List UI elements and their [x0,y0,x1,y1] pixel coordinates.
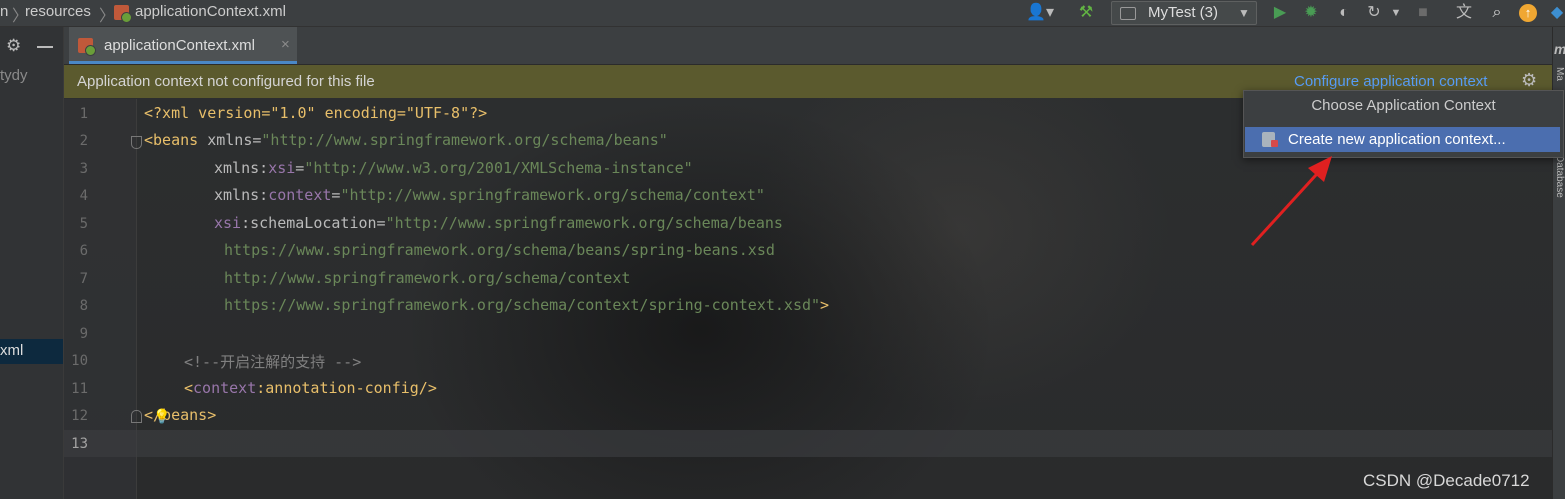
line-number: 5 [79,216,88,232]
minimize-icon[interactable] [37,46,53,48]
close-icon[interactable]: × [281,36,290,53]
create-context-label: Create new application context... [1288,131,1506,148]
more-run-options-icon[interactable]: ▼ [1389,2,1403,24]
build-hammer-icon[interactable]: ⚒ [1074,2,1098,24]
xml-tag: :annotation-config/> [256,379,437,397]
project-tree-item[interactable]: tydy [0,67,28,84]
user-icon[interactable]: 👤▾ [1023,2,1057,24]
update-icon[interactable]: ↑ [1519,4,1537,22]
code-line-3: xmlns:xsi="http://www.w3.org/2001/XMLSch… [214,159,693,177]
translate-icon[interactable]: 文 [1452,2,1476,24]
maven-tool-tab[interactable]: Ma [1554,67,1565,81]
line-number: 7 [79,271,88,287]
xml-attr: :schemaLocation= [241,214,386,232]
context-badge-icon [1271,140,1278,147]
fold-marker-icon[interactable] [131,410,142,423]
line-number: 11 [71,381,88,397]
breadcrumb-partial[interactable]: n [0,3,8,20]
xml-namespace: xsi [268,159,296,177]
xml-namespace: context [268,186,332,204]
fold-marker-icon[interactable] [131,136,142,149]
profile-icon[interactable]: ↻ [1362,2,1386,24]
popup-title: Choose Application Context [1311,97,1496,114]
navigation-bar: n 〉 resources 〉 applicationContext.xml 👤… [0,0,1565,27]
window-icon [1120,7,1136,20]
xml-file-icon [78,38,96,56]
tab-application-context[interactable]: applicationContext.xml × [69,27,297,64]
breadcrumb-separator: 〉 [99,8,116,25]
breadcrumb-file[interactable]: applicationContext.xml [135,3,286,20]
line-number: 1 [79,106,88,122]
gear-icon[interactable]: ⚙ [1521,70,1537,91]
xml-value: "http://www.w3.org/2001/XMLSchema-instan… [304,159,693,177]
xml-namespace: context [193,379,257,397]
annotation-arrow [1250,156,1332,247]
code-line-5: xsi:schemaLocation="http://www.springfra… [214,214,783,232]
chevron-down-icon: ▼ [1238,6,1250,20]
xml-value: "http://www.springframework.org/schema/b… [261,131,668,149]
line-number: 4 [79,188,88,204]
code-line-7: http://www.springframework.org/schema/co… [224,269,631,287]
code-line-10: <!--开启注解的支持 --> [184,353,362,371]
editor-tab-bar: applicationContext.xml × [64,27,1552,65]
xml-tag: > [820,296,830,314]
xml-tag: < [184,379,194,397]
search-icon[interactable]: ⌕ [1486,2,1508,24]
lightbulb-icon[interactable]: 💡 [153,408,170,425]
xml-value: "http://www.springframework.org/schema/b… [385,214,783,232]
banner-message: Application context not configured for t… [77,73,375,90]
choose-context-popup: Choose Application Context Create new ap… [1243,90,1564,158]
database-tool-tab[interactable]: Database [1554,155,1565,198]
watermark: CSDN @Decade0712 [1363,471,1530,490]
run-configuration-label: MyTest (3) [1148,4,1219,21]
create-context-menu-item[interactable]: Create new application context... [1245,127,1560,152]
project-tree-item-label: xml [0,342,24,359]
xml-tag: <beans [144,131,199,149]
line-number: 6 [79,243,88,259]
xml-namespace: xsi [214,214,242,232]
project-panel: ⚙ tydy xml [0,27,64,499]
coverage-icon[interactable]: ◐ [1334,2,1354,24]
project-tree-item-selected[interactable]: xml [0,339,63,364]
code-line-8: https://www.springframework.org/schema/c… [224,296,829,314]
maven-m-icon[interactable]: m [1554,41,1565,57]
line-number: 2 [79,133,88,149]
code-line-2: <beans xmlns="http://www.springframework… [144,131,668,149]
xml-value: "http://www.springframework.org/schema/c… [340,186,765,204]
line-number: 9 [79,326,88,342]
stop-icon[interactable]: ■ [1413,2,1433,24]
xml-value: https://www.springframework.org/schema/c… [224,296,821,314]
xml-attr: xmlns: [214,186,269,204]
plugin-icon[interactable]: ◆ [1549,2,1565,24]
breadcrumb-resources[interactable]: resources [25,3,91,20]
line-number: 13 [71,436,88,452]
line-number: 3 [79,161,88,177]
xml-attr: = [295,159,305,177]
arrow-shaft [1250,162,1328,247]
code-line-6: https://www.springframework.org/schema/b… [224,241,775,259]
line-number: 12 [71,408,88,424]
xml-file-icon [114,5,132,23]
xml-attr: xmlns= [198,131,262,149]
xml-attr: xmlns: [214,159,269,177]
configure-context-link[interactable]: Configure application context [1294,73,1487,90]
run-configuration-select[interactable]: MyTest (3) ▼ [1111,1,1257,25]
debug-icon[interactable]: ✹ [1301,2,1321,24]
code-line-4: xmlns:context="http://www.springframewor… [214,186,765,204]
code-line-11: <context:annotation-config/> [184,379,437,397]
run-icon[interactable]: ▶ [1270,2,1290,24]
line-number: 8 [79,298,88,314]
code-line-1: <?xml version="1.0" encoding="UTF-8"?> [144,104,488,122]
gear-icon[interactable]: ⚙ [6,36,21,56]
tab-label: applicationContext.xml [104,37,255,54]
line-number: 10 [71,353,88,369]
